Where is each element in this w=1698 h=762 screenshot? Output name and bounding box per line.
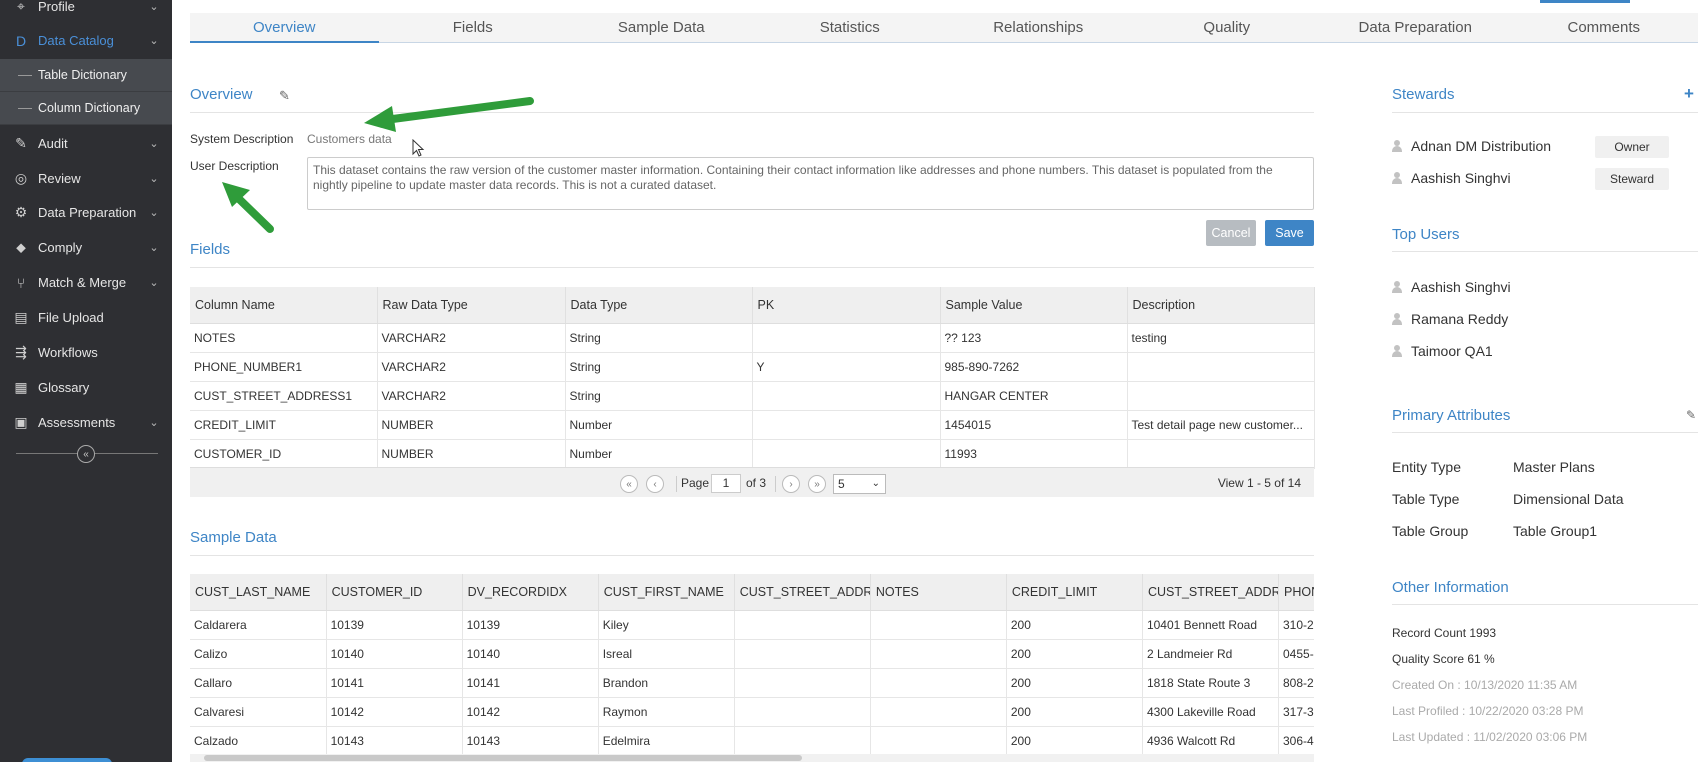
annotation-arrow-system — [364, 97, 534, 132]
app-window: « ⌖ Profile ⌄ D Data Catalog ⌄ ✎ Audit ⌄ ◎ Review ⌄… — [0, 0, 1698, 762]
annotation-arrow-user — [222, 182, 274, 233]
mouse-cursor-icon — [412, 139, 425, 157]
annotation-arrows — [222, 97, 534, 233]
